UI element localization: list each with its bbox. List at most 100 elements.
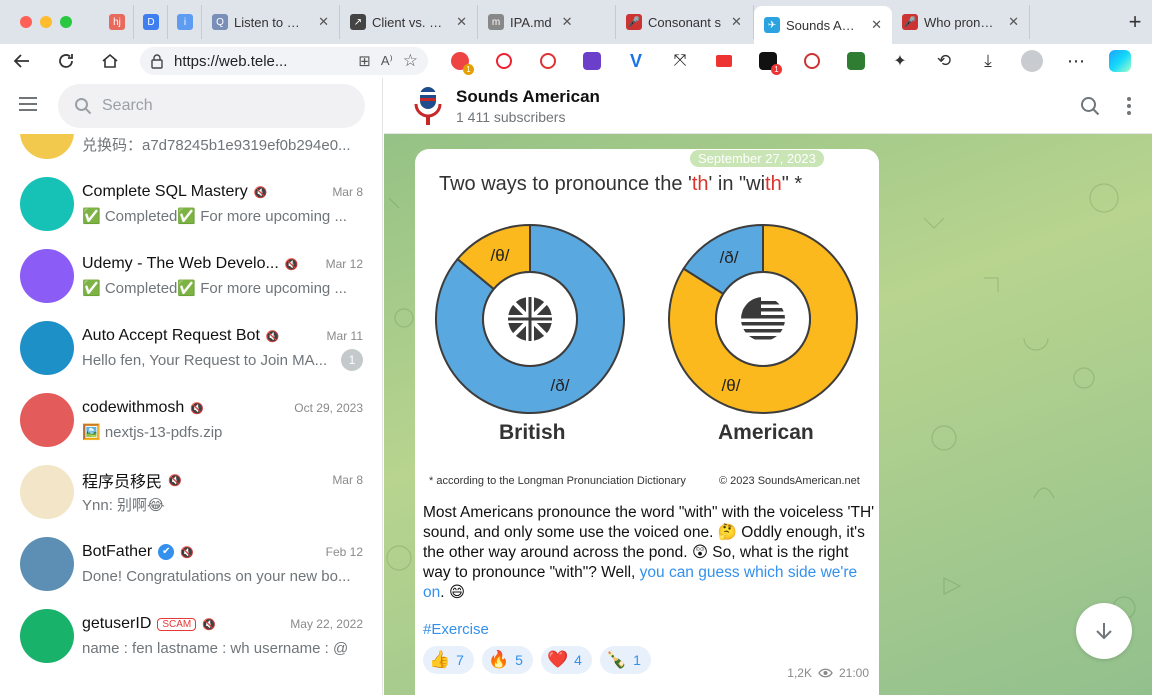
extension-1-button[interactable]: 1 — [438, 44, 482, 78]
post-time: 21:00 — [838, 666, 869, 680]
chat-preview: ✅ Completed✅ For more upcoming ... — [82, 208, 347, 225]
unread-count-badge: 1 — [341, 349, 363, 371]
extension-9-button[interactable] — [790, 44, 834, 78]
home-button[interactable] — [88, 44, 132, 78]
downloads-button[interactable]: ⤓ — [966, 44, 1010, 78]
date-separator: September 27, 2023 — [690, 150, 824, 167]
tab-active[interactable]: ✈ Sounds Amer ✕ — [754, 6, 892, 44]
chat-list-item[interactable]: Complete SQL Mastery 🔇 Mar 8 ✅ Completed✅ F… — [0, 168, 382, 240]
scroll-to-bottom-button[interactable] — [1076, 603, 1132, 659]
tab-close-icon[interactable]: ✕ — [456, 14, 467, 30]
tab-favicon-icon: 🎤 — [626, 14, 642, 30]
more-vertical-icon[interactable] — [1126, 96, 1132, 116]
back-button[interactable] — [0, 44, 44, 78]
muted-icon: 🔇 — [190, 402, 204, 415]
browser-tab[interactable]: ↗ Client vs. Ser ✕ — [340, 5, 478, 39]
extension-5-button[interactable]: V — [614, 44, 658, 78]
chat-date: May 22, 2022 — [290, 617, 363, 631]
tab-title: Listen to Eng — [234, 14, 309, 30]
sidebar-header: Search — [0, 78, 382, 134]
extensions-button[interactable]: ✦ — [878, 44, 922, 78]
tab-close-icon[interactable]: ✕ — [318, 14, 329, 30]
scam-badge: SCAM — [157, 617, 197, 631]
chat-list-item[interactable]: 程序员移民 🔇 Mar 8 Ynn: 别啊😂 — [0, 456, 382, 528]
reload-button[interactable] — [44, 44, 88, 78]
close-window-button[interactable] — [20, 16, 32, 28]
read-aloud-icon[interactable]: A⁾ — [381, 53, 393, 69]
image-title-highlight: th — [691, 173, 709, 195]
extension-4-button[interactable] — [570, 44, 614, 78]
download-box-icon — [847, 52, 865, 70]
channel-logo-microphone-icon — [414, 86, 442, 126]
chat-list-item[interactable]: getuserID SCAM 🔇 May 22, 2022 name : fen las… — [0, 600, 382, 672]
extension-3-button[interactable] — [526, 44, 570, 78]
channel-post[interactable]: Two ways to pronounce the 'th' in "with"… — [415, 149, 879, 695]
more-horizontal-icon: ⋯ — [1067, 50, 1085, 71]
extension-6-button[interactable]: ⤧ — [658, 44, 702, 78]
reaction-button[interactable]: 🔥 5 — [481, 646, 533, 674]
search-input[interactable]: Search — [58, 84, 365, 128]
puzzle-icon: ✦ — [893, 53, 907, 70]
hashtag-link[interactable]: #Exercise — [423, 621, 489, 638]
lock-icon — [151, 54, 163, 69]
app-grid-icon[interactable]: ⊞ — [358, 52, 371, 70]
record-icon — [804, 53, 820, 69]
extension-8-button[interactable]: 1 — [746, 44, 790, 78]
search-placeholder: Search — [102, 97, 153, 114]
chat-list-item[interactable]: BotFather ✔ 🔇 Feb 12 Done! Congratulations o… — [0, 528, 382, 600]
tab-close-icon[interactable]: ✕ — [562, 14, 573, 30]
avatar — [20, 465, 74, 519]
search-extension-icon — [540, 53, 556, 69]
address-bar[interactable]: https://web.tele... ⊞ A⁾ ☆ — [140, 47, 428, 75]
chat-preview: 🖼️ nextjs-13-pdfs.zip — [82, 424, 223, 441]
new-tab-button[interactable]: + — [1118, 9, 1152, 35]
browser-tab[interactable]: 🎤 Consonant s ✕ — [616, 5, 754, 39]
favorite-star-icon[interactable]: ☆ — [403, 51, 418, 71]
hamburger-menu-button[interactable] — [18, 96, 38, 117]
reaction-button[interactable]: 🍾 1 — [599, 646, 651, 674]
image-title: Two ways to pronounce the 'th' in "with"… — [439, 173, 802, 196]
browser-tab[interactable]: 🎤 Who pronour ✕ — [892, 5, 1030, 39]
browser-tab[interactable]: i — [168, 5, 202, 39]
copilot-button[interactable] — [1098, 44, 1142, 78]
channel-header[interactable]: Sounds American 1 411 subscribers — [384, 78, 1152, 134]
chat-list-item[interactable]: codewithmosh 🔇 Oct 29, 2023 🖼️ nextjs-13-pd… — [0, 384, 382, 456]
reaction-button[interactable]: 👍 7 — [423, 646, 474, 674]
muted-icon: 🔇 — [202, 618, 216, 631]
extension-2-button[interactable] — [482, 44, 526, 78]
minimize-window-button[interactable] — [40, 16, 52, 28]
eye-icon — [818, 668, 833, 678]
browser-tab[interactable]: m IPA.md ✕ — [478, 5, 616, 39]
maximize-window-button[interactable] — [60, 16, 72, 28]
muted-icon: 🔇 — [284, 258, 299, 271]
copilot-icon — [1109, 50, 1131, 72]
chat-list-item[interactable]: Udemy - The Web Develo... 🔇 Mar 12 ✅ Comple… — [0, 240, 382, 312]
tab-close-icon[interactable]: ✕ — [731, 14, 742, 30]
post-text: Most Americans pronounce the word "with"… — [423, 503, 875, 603]
browser-tab[interactable]: D — [134, 5, 168, 39]
verified-badge-icon: ✔ — [158, 544, 175, 560]
browser-tab[interactable]: Q Listen to Eng ✕ — [202, 5, 340, 39]
tab-close-icon[interactable]: ✕ — [871, 17, 882, 33]
muted-icon: 🔇 — [168, 474, 182, 487]
tab-close-icon[interactable]: ✕ — [1008, 14, 1019, 30]
profile-button[interactable] — [1010, 44, 1054, 78]
reaction-button[interactable]: ❤️ 4 — [540, 646, 592, 674]
chat-preview: 兑换码：a7d78245b1e9319ef0b294e0... — [82, 136, 351, 154]
american-label: American — [718, 421, 814, 444]
american-center — [715, 271, 811, 367]
chat-date: Oct 29, 2023 — [294, 401, 363, 415]
extension-10-button[interactable] — [834, 44, 878, 78]
channel-info: Sounds American 1 411 subscribers — [456, 87, 600, 125]
extension-7-button[interactable] — [702, 44, 746, 78]
post-text-end: . 😄 — [440, 584, 466, 601]
tab-favicon-icon: ↗ — [350, 14, 366, 30]
history-button[interactable]: ⟲ — [922, 44, 966, 78]
browser-tab[interactable]: hj — [100, 5, 134, 39]
channel-title: Sounds American — [456, 86, 600, 106]
chat-list-item[interactable]: Auto Accept Request Bot 🔇 Mar 11 Hello fen,… — [0, 312, 382, 384]
channel-view: Sounds American 1 411 subscribers Two wa… — [384, 78, 1152, 695]
search-icon[interactable] — [1080, 96, 1100, 116]
more-menu-button[interactable]: ⋯ — [1054, 44, 1098, 78]
footnote-copyright: © 2023 SoundsAmerican.net — [719, 475, 860, 487]
